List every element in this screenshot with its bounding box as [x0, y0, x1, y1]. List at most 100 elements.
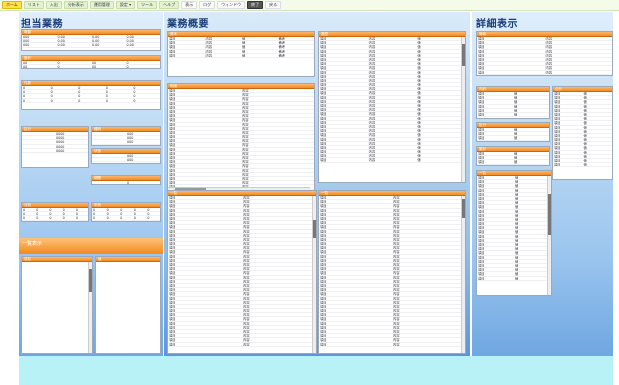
table-cell: 値: [417, 57, 421, 62]
table-row[interactable]: 0 0 0 0 0: [22, 216, 88, 221]
table-cell: 項目: [169, 41, 176, 45]
menu-item-2[interactable]: 入出: [45, 1, 62, 9]
table-cell: 内容: [242, 105, 249, 109]
table-row[interactable]: 0 0 0 0 0: [92, 216, 160, 221]
table-cell: 値: [514, 108, 518, 112]
table-cell: 値: [417, 95, 421, 99]
table-cell: 項目: [478, 96, 485, 100]
vertical-scrollbar[interactable]: [312, 196, 316, 353]
table-cell: 内容: [368, 133, 376, 137]
table-cell: 内容: [368, 120, 376, 124]
table-cell: 値: [583, 121, 587, 125]
table-cell: 値: [515, 272, 519, 276]
table-row[interactable]: 項目 内容: [477, 71, 612, 75]
table-cell: 内容: [368, 70, 376, 74]
table-cell: 備考: [278, 45, 286, 49]
scrollbar-thumb[interactable]: [89, 269, 92, 293]
table-cell: 項目: [478, 263, 485, 268]
table-cell: 値: [515, 222, 519, 226]
table-cell: 内容: [393, 267, 400, 271]
table-row[interactable]: 項目 値: [477, 113, 549, 118]
scrollbar-thumb[interactable]: [313, 219, 316, 239]
panel-m1: 基本 項目 内容値備考 項目 内容値備考 項目 内容値備考 項目 内容値備考 項目 内容値備考: [167, 31, 315, 77]
scrollbar-thumb[interactable]: [548, 193, 551, 236]
table-cell: 内容: [393, 304, 400, 309]
table-row[interactable]: 00 0 00 0: [22, 65, 160, 69]
menu-item-8[interactable]: 表示: [181, 1, 198, 9]
table-cell: 項目: [169, 176, 176, 181]
table-cell: 値: [417, 141, 421, 145]
table-cell: 0: [75, 216, 78, 220]
menu-item-7[interactable]: ヘルプ: [159, 1, 180, 9]
table-cell: 0: [126, 65, 129, 69]
table-cell: 内容: [243, 309, 250, 313]
vertical-scrollbar[interactable]: [461, 196, 465, 353]
vertical-scrollbar[interactable]: [88, 262, 92, 353]
table-cell: 内容: [243, 246, 250, 250]
scrollbar-thumb[interactable]: [462, 199, 465, 218]
table-cell: 0: [23, 208, 26, 212]
table-cell: 項目: [320, 229, 327, 233]
table-cell: 値: [583, 146, 587, 150]
table-cell: 内容: [368, 62, 376, 66]
vertical-scrollbar[interactable]: [461, 37, 465, 182]
menu-item-1[interactable]: リスト: [23, 1, 44, 9]
table-cell: 内容: [368, 112, 376, 116]
table-row[interactable]: 項目 内容 値 備考: [168, 54, 314, 58]
table-cell: 項目: [478, 255, 485, 259]
table-cell: 内容: [545, 66, 553, 70]
menu-item-6[interactable]: ツール: [137, 1, 158, 9]
table-row[interactable]: 000 0.00 0.00 0.00: [22, 43, 160, 48]
table-row[interactable]: 項目 内容 値: [319, 158, 465, 163]
table-row[interactable]: 000: [92, 158, 160, 163]
menu-item-4[interactable]: 運用管理: [89, 1, 114, 9]
table-row[interactable]: 項目 値: [477, 160, 549, 165]
table-cell: 値: [583, 92, 587, 96]
table-row[interactable]: 項目 内容: [168, 343, 316, 347]
table-cell: 項目: [169, 212, 176, 216]
scrollbar-thumb[interactable]: [462, 44, 465, 66]
table-cell: 項目: [320, 283, 327, 288]
table-cell: 0.00: [126, 35, 134, 39]
menu-item-10[interactable]: ウィンドウ: [217, 1, 246, 9]
table-cell: [92, 154, 126, 157]
band-label: 一覧表示: [22, 241, 43, 247]
table-cell: 項目: [169, 200, 176, 204]
menu-bar: ホーム リスト 入出 分析表示 運用管理 設定 ▾ ツール ヘルプ 表示 ログ ウィンドウ 終了 戻る: [0, 0, 619, 11]
table-cell: 0.00: [92, 35, 100, 39]
menu-item-11[interactable]: 終了: [247, 1, 264, 9]
menu-item-12[interactable]: 戻る: [265, 1, 282, 9]
panel-l8: 月別 0 0 0 0 0 0 0 0 0 0 0 0 0 0 0: [21, 202, 89, 222]
menu-item-3[interactable]: 分析表示: [63, 1, 88, 9]
menu-item-0[interactable]: ホーム: [2, 1, 22, 9]
panel-body: 項目 内容 項目 内容 項目 内容 項目 内容 項目 内容 項目 内容 項目 内容 項目 内容 項目 内容 項目 内容…: [168, 196, 316, 347]
table-row[interactable]: 0 0 0 0 0: [22, 99, 160, 103]
table-cell: 項目: [169, 275, 176, 279]
table-cell: 値: [417, 45, 421, 49]
table-row[interactable]: 項目 値: [477, 136, 549, 141]
table-cell: 内容: [243, 330, 250, 334]
middle-column-title: 業務概要: [167, 19, 209, 30]
table-cell: 0: [133, 94, 136, 98]
table-cell: 内容: [243, 338, 250, 342]
right-column-title: 詳細表示: [476, 19, 518, 30]
table-cell: 項目: [169, 317, 176, 321]
table-cell: 項目: [478, 41, 485, 45]
table-cell: 項目: [169, 101, 176, 105]
menu-item-5[interactable]: 設定 ▾: [115, 1, 136, 9]
table-cell: 内容: [243, 196, 250, 200]
table-cell: 項目: [320, 70, 327, 74]
table-cell: 項目: [169, 300, 176, 304]
table-row[interactable]: 0000: [22, 149, 88, 153]
table-row[interactable]: 0: [92, 181, 160, 184]
table-cell: 項目: [169, 221, 176, 225]
vertical-scrollbar[interactable]: [547, 176, 551, 295]
table-row[interactable]: 項目 内容: [319, 343, 465, 347]
table-row[interactable]: 項目 値: [553, 163, 612, 168]
table-cell: 内容: [243, 334, 250, 338]
menu-item-9[interactable]: ログ: [199, 1, 216, 9]
table-row[interactable]: 項目 値: [477, 277, 551, 281]
table-row[interactable]: 000: [92, 140, 160, 145]
table-cell: 項目: [478, 37, 485, 41]
panel-body: 項目 内容 項目 内容 項目 内容 項目 内容 項目 内容 項目 内容 項目 内容 項目 内容 項目 内容 項目 内容…: [319, 196, 465, 347]
